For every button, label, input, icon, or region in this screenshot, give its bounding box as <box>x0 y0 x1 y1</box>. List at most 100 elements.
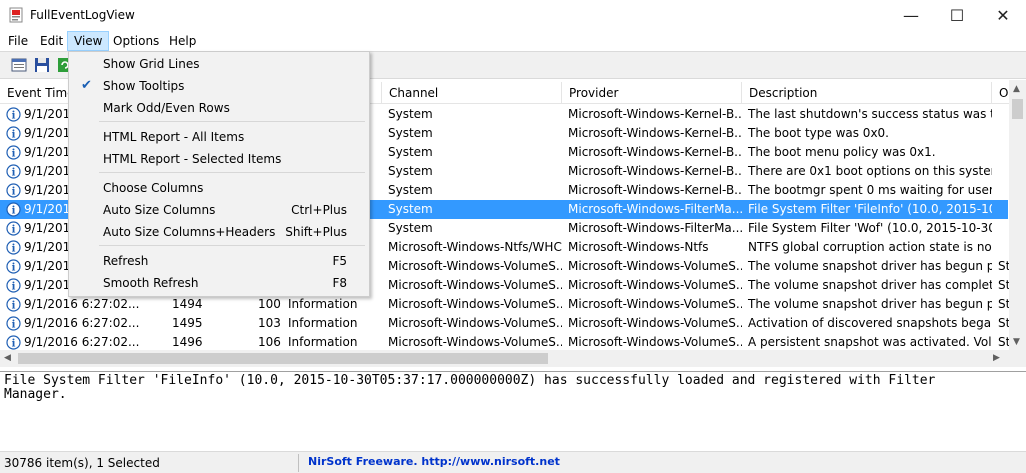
cell-event-time: 9/1/2016 6:27:02... <box>24 316 140 330</box>
menu-file[interactable]: File <box>2 31 34 51</box>
cell-channel: Microsoft-Windows-VolumeS... <box>388 278 562 292</box>
menu-view[interactable]: View <box>67 31 110 51</box>
scroll-left-arrow-icon[interactable]: ◀ <box>4 353 11 363</box>
svg-text:i: i <box>12 301 16 312</box>
horizontal-scrollbar[interactable]: ◀ ▶ <box>0 350 1026 367</box>
cell-description: NTFS global corruption action state is n… <box>748 240 992 254</box>
svg-text:i: i <box>12 282 16 293</box>
menu-item-refresh[interactable]: Refresh F5 <box>71 250 367 272</box>
vertical-scrollbar[interactable]: ▲ ▼ <box>1009 80 1026 350</box>
table-row[interactable]: i 9/1/2016 6:27:02... 1495 103 Information Mi… <box>0 314 1010 333</box>
menu-item-html-report-selected-items[interactable]: HTML Report - Selected Items <box>71 148 367 170</box>
cell-provider: Microsoft-Windows-Kernel-B... <box>568 107 742 121</box>
horizontal-scroll-thumb[interactable] <box>18 353 548 364</box>
menu-item-mark-odd-even-rows[interactable]: Mark Odd/Even Rows <box>71 97 367 119</box>
svg-text:i: i <box>12 168 16 179</box>
cell-description: File System Filter 'Wof' (10.0, 2015-10-… <box>748 221 992 235</box>
cell-description: The volume snapshot driver has begun pro… <box>748 297 992 311</box>
scroll-up-arrow-icon[interactable]: ▲ <box>1013 84 1020 94</box>
maximize-button[interactable]: ☐ <box>934 0 980 31</box>
menu-help[interactable]: Help <box>163 31 202 51</box>
vertical-scroll-thumb[interactable] <box>1012 99 1023 119</box>
cell-provider: Microsoft-Windows-Ntfs <box>568 240 709 254</box>
menu-item-label: Auto Size Columns+Headers <box>103 225 276 239</box>
svg-text:i: i <box>12 206 16 217</box>
details-text: File System Filter 'FileInfo' (10.0, 201… <box>4 373 944 402</box>
menu-item-label: HTML Report - All Items <box>103 130 245 144</box>
cell-description: There are 0x1 boot options on this syste… <box>748 164 992 178</box>
cell-channel: System <box>388 126 433 140</box>
cell-channel: System <box>388 202 433 216</box>
cell-provider: Microsoft-Windows-VolumeS... <box>568 259 742 273</box>
scroll-right-arrow-icon[interactable]: ▶ <box>993 353 1000 363</box>
cell-record-id: 1495 <box>172 316 203 330</box>
svg-text:i: i <box>12 320 16 331</box>
view-menu-dropdown: Show Grid Lines ✔ Show Tooltips Mark Odd/Ev… <box>68 51 370 297</box>
status-divider <box>298 454 299 472</box>
menu-edit[interactable]: Edit <box>34 31 69 51</box>
close-button[interactable]: ✕ <box>980 0 1026 31</box>
scroll-down-arrow-icon[interactable]: ▼ <box>1013 337 1020 347</box>
menu-bar: File Edit View Options Help <box>0 31 1026 51</box>
cell-level: Information <box>288 297 358 311</box>
nirsoft-link[interactable]: NirSoft Freeware. http://www.nirsoft.net <box>308 455 560 468</box>
menu-separator <box>99 172 365 173</box>
cell-channel: System <box>388 145 433 159</box>
cell-description: The boot type was 0x0. <box>748 126 889 140</box>
menu-item-auto-size-columns[interactable]: Auto Size Columns Ctrl+Plus <box>71 199 367 221</box>
cell-provider: Microsoft-Windows-FilterMa... <box>568 202 742 216</box>
menu-separator <box>99 245 365 246</box>
menu-item-choose-columns[interactable]: Choose Columns <box>71 177 367 199</box>
menu-item-label: Mark Odd/Even Rows <box>103 101 230 115</box>
cell-provider: Microsoft-Windows-VolumeS... <box>568 316 742 330</box>
column-description[interactable]: Description <box>742 82 992 104</box>
cell-description: The boot menu policy was 0x1. <box>748 145 936 159</box>
menu-item-auto-size-columns-headers[interactable]: Auto Size Columns+Headers Shift+Plus <box>71 221 367 243</box>
menu-item-label: Show Grid Lines <box>103 57 200 71</box>
svg-text:i: i <box>12 187 16 198</box>
table-row[interactable]: i 9/1/2016 6:27:02... 1494 100 Information Mi… <box>0 295 1010 314</box>
menu-item-shortcut: Ctrl+Plus <box>291 203 347 217</box>
menu-item-show-grid-lines[interactable]: Show Grid Lines <box>71 53 367 75</box>
menu-item-label: Smooth Refresh <box>103 276 199 290</box>
cell-event-id: 100 <box>258 297 281 311</box>
menu-item-label: Choose Columns <box>103 181 204 195</box>
app-icon <box>9 7 23 23</box>
menu-item-shortcut: F5 <box>332 254 347 268</box>
cell-event-time: 9/1/2016 6:27:02... <box>24 297 140 311</box>
minimize-button[interactable]: — <box>888 0 934 31</box>
details-pane[interactable]: File System Filter 'FileInfo' (10.0, 201… <box>0 371 1026 451</box>
cell-channel: System <box>388 183 433 197</box>
cell-record-id: 1494 <box>172 297 203 311</box>
column-provider[interactable]: Provider <box>562 82 742 104</box>
cell-description: The bootmgr spent 0 ms waiting for user … <box>748 183 992 197</box>
window-title: FullEventLogView <box>30 8 135 22</box>
cell-channel: Microsoft-Windows-VolumeS... <box>388 297 562 311</box>
menu-item-show-tooltips[interactable]: ✔ Show Tooltips <box>71 75 367 97</box>
cell-channel: System <box>388 107 433 121</box>
menu-item-smooth-refresh[interactable]: Smooth Refresh F8 <box>71 272 367 294</box>
options-window-icon[interactable] <box>11 57 27 73</box>
cell-description: The last shutdown's success status was t… <box>748 107 992 121</box>
cell-provider: Microsoft-Windows-VolumeS... <box>568 297 742 311</box>
menu-item-html-report-all-items[interactable]: HTML Report - All Items <box>71 126 367 148</box>
menu-options[interactable]: Options <box>107 31 165 51</box>
cell-provider: Microsoft-Windows-Kernel-B... <box>568 164 742 178</box>
svg-text:i: i <box>12 130 16 141</box>
column-channel[interactable]: Channel <box>382 82 562 104</box>
menu-item-label: Refresh <box>103 254 149 268</box>
cell-channel: System <box>388 221 433 235</box>
cell-channel: Microsoft-Windows-Ntfs/WHC <box>388 240 562 254</box>
cell-provider: Microsoft-Windows-VolumeS... <box>568 278 742 292</box>
menu-item-label: HTML Report - Selected Items <box>103 152 282 166</box>
svg-text:i: i <box>12 263 16 274</box>
cell-level: Information <box>288 316 358 330</box>
cell-channel: Microsoft-Windows-VolumeS... <box>388 259 562 273</box>
cell-channel: Microsoft-Windows-VolumeS... <box>388 316 562 330</box>
menu-item-shortcut: F8 <box>332 276 347 290</box>
save-icon[interactable] <box>34 57 50 73</box>
menu-item-label: Show Tooltips <box>103 79 185 93</box>
cell-description: The volume snapshot driver has completed… <box>748 278 992 292</box>
cell-description: File System Filter 'FileInfo' (10.0, 201… <box>748 202 992 216</box>
menu-separator <box>99 121 365 122</box>
